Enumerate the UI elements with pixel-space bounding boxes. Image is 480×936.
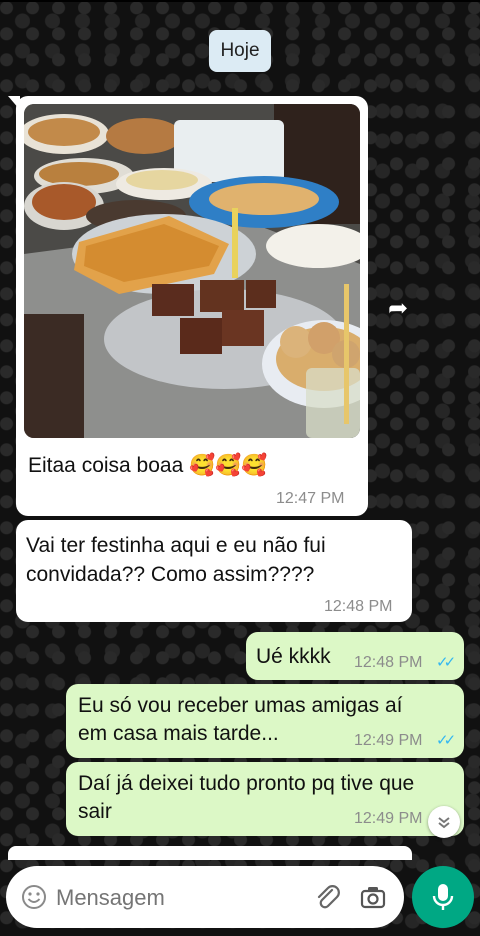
top-frame-edge xyxy=(0,0,480,2)
message-text-line-1: Eu só vou receber umas amigas aí xyxy=(78,694,403,717)
shared-photo[interactable] xyxy=(24,104,360,438)
message-bubble-incoming[interactable]: Vai ter festinha aqui e eu não fui convi… xyxy=(16,520,412,622)
read-receipt-icon: ✓✓ xyxy=(436,732,456,749)
message-time: 12:48 PM xyxy=(354,654,423,671)
bubble-tail xyxy=(8,96,20,110)
party-food-photo xyxy=(24,104,360,438)
message-time: 12:48 PM xyxy=(324,598,393,615)
date-chip-label: Hoje xyxy=(220,40,260,61)
message-text-line-2: em casa mais tarde... xyxy=(78,722,279,745)
forward-icon[interactable]: ➦ xyxy=(383,293,413,323)
message-text-line-1: Vai ter festinha aqui e eu não fui xyxy=(26,534,326,557)
message-bubble-photo[interactable]: Eitaa coisa boaa 🥰🥰🥰 12:47 PM xyxy=(8,96,368,516)
mic-icon xyxy=(432,884,454,910)
chevron-down-icon xyxy=(438,817,450,829)
emoji-icon[interactable] xyxy=(20,883,48,911)
camera-icon[interactable] xyxy=(358,882,388,912)
read-receipt-icon: ✓✓ xyxy=(436,654,456,671)
paperclip-icon[interactable] xyxy=(312,882,342,912)
message-time: 12:47 PM xyxy=(276,490,345,507)
message-composer xyxy=(6,866,404,928)
message-text-line-2: sair xyxy=(78,800,112,823)
message-input[interactable] xyxy=(54,879,298,917)
message-text: Eitaa coisa boaa 🥰🥰🥰 xyxy=(28,454,268,477)
message-text: Ué kkkk xyxy=(256,645,331,668)
message-bubble-outgoing[interactable]: Ué kkkk 12:48 PM ✓✓ xyxy=(246,632,464,680)
partial-message-bubble xyxy=(8,846,412,860)
message-text-line-2: convidada?? Como assim???? xyxy=(26,563,315,586)
voice-message-button[interactable] xyxy=(412,866,474,928)
scroll-down-button[interactable] xyxy=(428,806,460,838)
date-chip: Hoje xyxy=(209,30,271,72)
message-time: 12:49 PM xyxy=(354,810,423,827)
message-text-line-1: Daí já deixei tudo pronto pq tive que xyxy=(78,772,415,795)
message-bubble-outgoing[interactable]: Eu só vou receber umas amigas aí em casa… xyxy=(66,684,464,758)
message-time: 12:49 PM xyxy=(354,732,423,749)
message-bubble-outgoing[interactable]: Daí já deixei tudo pronto pq tive que sa… xyxy=(66,762,464,836)
